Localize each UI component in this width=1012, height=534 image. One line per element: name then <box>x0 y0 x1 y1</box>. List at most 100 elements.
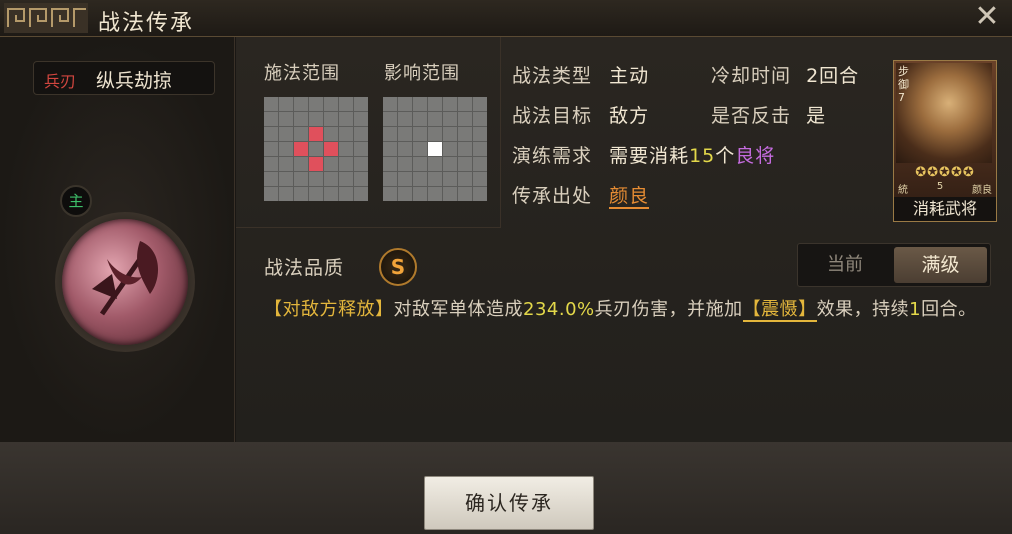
skill-icon-frame <box>55 212 195 352</box>
grid-cell <box>294 142 308 156</box>
grid-cell <box>428 142 442 156</box>
grid-cell <box>339 97 353 111</box>
source-row: 传承出处 颜良 <box>512 181 650 209</box>
grid-cell <box>279 187 293 201</box>
grid-cell <box>413 142 427 156</box>
desc-status[interactable]: 【震慑】 <box>742 299 817 322</box>
grid-cell <box>279 172 293 186</box>
grid-cell <box>324 172 338 186</box>
toggle-current[interactable]: 当前 <box>798 244 892 286</box>
grid-cell <box>324 157 338 171</box>
grid-cell <box>398 112 412 126</box>
grid-cell <box>473 187 487 201</box>
practice-count: 15 <box>689 145 716 167</box>
source-value[interactable]: 颜良 <box>609 185 650 209</box>
star-rating: ✪✪✪✪✪ <box>915 165 975 180</box>
desc-part3: 效果，持续 <box>816 299 910 320</box>
grid-cell <box>473 157 487 171</box>
grid-cell <box>473 172 487 186</box>
grid-cell <box>279 112 293 126</box>
practice-item[interactable]: 良将 <box>735 145 775 167</box>
desc-percent: 234.0% <box>523 299 595 320</box>
grid-cell <box>294 157 308 171</box>
detail-panel: 施法范围 影响范围 战法类型 主动 冷却时间 2回合 战法目标 敌方 是否反击 … <box>236 37 1012 442</box>
range-box: 施法范围 影响范围 <box>236 37 501 228</box>
skill-panel: 兵刃 纵兵劫掠 主 <box>0 37 235 442</box>
cooldown-label: 冷却时间 <box>711 65 792 87</box>
grid-cell <box>354 112 368 126</box>
grid-cell <box>428 127 442 141</box>
grid-cell <box>413 112 427 126</box>
grid-cell <box>354 97 368 111</box>
grid-cell <box>309 112 323 126</box>
skill-name: 纵兵劫掠 <box>96 70 173 92</box>
grid-cell <box>398 97 412 111</box>
toggle-max[interactable]: 满级 <box>894 247 987 283</box>
grid-cell <box>294 187 308 201</box>
card-cost: 5 <box>936 181 944 192</box>
close-icon[interactable]: ✕ <box>972 2 1002 32</box>
skill-tag: 兵刃 纵兵劫掠 <box>33 61 215 95</box>
title-ornament-icon <box>4 3 88 33</box>
grid-cell <box>324 97 338 111</box>
grid-cell <box>458 142 472 156</box>
grid-cell <box>309 97 323 111</box>
quality-label: 战法品质 <box>264 257 345 279</box>
effect-range-label: 影响范围 <box>384 63 460 84</box>
grid-cell <box>413 157 427 171</box>
grid-cell <box>324 127 338 141</box>
grid-cell <box>443 157 457 171</box>
skill-description: 【对敌方释放】对敌军单体造成234.0%兵刃伤害，并施加【震慑】效果，持续1回合… <box>264 295 984 325</box>
grid-cell <box>383 97 397 111</box>
practice-row: 演练需求 需要消耗15个良将 <box>512 141 775 168</box>
grid-cell <box>443 127 457 141</box>
grid-cell <box>339 112 353 126</box>
skill-icon <box>62 219 188 345</box>
general-card[interactable]: 步 御 7 ✪✪✪✪✪ 統 5 颜良 消耗武将 <box>893 60 997 222</box>
grid-cell <box>398 172 412 186</box>
glaive-icon <box>92 241 159 316</box>
counter-value: 是 <box>806 105 827 127</box>
grid-cell <box>264 157 278 171</box>
practice-label: 演练需求 <box>512 145 593 167</box>
grid-cell <box>279 142 293 156</box>
grid-cell <box>264 112 278 126</box>
grid-cell <box>428 157 442 171</box>
source-label: 传承出处 <box>512 185 593 207</box>
grid-cell <box>473 142 487 156</box>
grid-cell <box>354 187 368 201</box>
grid-cell <box>443 97 457 111</box>
grid-cell <box>458 187 472 201</box>
grid-cell <box>398 127 412 141</box>
grid-cell <box>458 157 472 171</box>
grid-cell <box>354 157 368 171</box>
grid-cell <box>339 172 353 186</box>
type-value: 主动 <box>609 65 650 87</box>
grid-cell <box>354 127 368 141</box>
cooldown-row: 冷却时间 2回合 <box>711 61 859 88</box>
grid-cell <box>443 172 457 186</box>
grid-cell <box>324 112 338 126</box>
grid-cell <box>398 187 412 201</box>
grid-cell <box>428 112 442 126</box>
grid-cell <box>383 127 397 141</box>
card-info: 統 5 颜良 <box>898 181 992 196</box>
card-cost-label: 統 <box>898 185 908 196</box>
target-value: 敌方 <box>609 105 650 127</box>
grid-cell <box>354 142 368 156</box>
grid-cell <box>264 172 278 186</box>
desc-trigger: 【对敌方释放】 <box>264 299 394 320</box>
grid-cell <box>309 172 323 186</box>
grid-cell <box>264 97 278 111</box>
skill-type: 兵刃 <box>44 72 77 91</box>
card-side-text: 步 御 7 <box>898 65 909 104</box>
confirm-inherit-button[interactable]: 确认传承 <box>424 476 594 530</box>
grid-cell <box>428 187 442 201</box>
level-toggle: 当前 满级 <box>797 243 991 287</box>
grid-cell <box>383 157 397 171</box>
quality-badge: S <box>379 248 417 286</box>
grid-cell <box>294 172 308 186</box>
grid-cell <box>383 187 397 201</box>
grid-cell <box>339 157 353 171</box>
grid-cell <box>473 97 487 111</box>
